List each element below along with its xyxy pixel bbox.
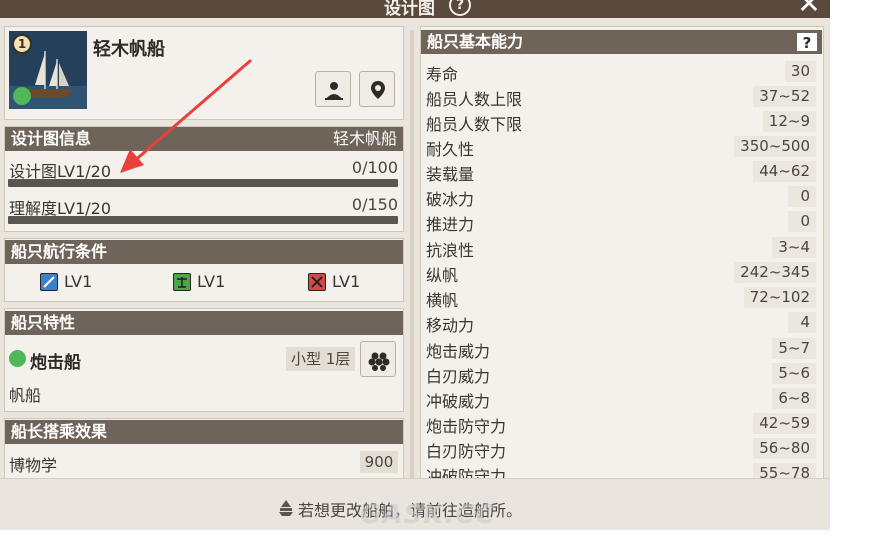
stat-label: 移动力 bbox=[426, 316, 475, 335]
stat-value: 4 bbox=[788, 312, 816, 333]
stat-value: 12~9 bbox=[762, 111, 816, 132]
stat-row: 船员人数上限 37~52 bbox=[426, 84, 816, 109]
stat-label: 船员人数上限 bbox=[426, 90, 523, 109]
stat-label: 冲破防守力 bbox=[426, 467, 507, 478]
stat-row: 炮击威力 5~7 bbox=[426, 336, 816, 361]
stat-value: 3~4 bbox=[772, 237, 816, 258]
stat-value: 5~7 bbox=[772, 338, 816, 359]
stat-row: 炮击防守力 42~59 bbox=[426, 411, 816, 436]
stat-value: 30 bbox=[784, 61, 816, 82]
stat-label: 横帆 bbox=[426, 291, 459, 310]
stat-label: 推进力 bbox=[426, 215, 475, 234]
blueprint-window: 设计图 ? ✕ 1 轻木帆船 设计图信息 轻木帆船 设计图LV1/20 0/10… bbox=[0, 0, 830, 530]
stat-label: 纵帆 bbox=[426, 266, 459, 285]
stat-row: 白刃威力 5~6 bbox=[426, 361, 816, 386]
stat-row: 破冰力 0 bbox=[426, 184, 816, 209]
watermark: GASK.CC bbox=[360, 500, 496, 530]
stat-row: 推进力 0 bbox=[426, 209, 816, 234]
stat-row: 耐久性 350~500 bbox=[426, 134, 816, 159]
stat-row: 抗浪性 3~4 bbox=[426, 235, 816, 260]
shipyard-icon bbox=[278, 499, 294, 521]
page-margin-right bbox=[830, 0, 872, 542]
stats-scrollbar[interactable] bbox=[410, 30, 414, 478]
stat-label: 破冰力 bbox=[426, 190, 475, 209]
stat-label: 耐久性 bbox=[426, 140, 475, 159]
stat-value: 0 bbox=[788, 211, 816, 232]
stat-row: 装载量 44~62 bbox=[426, 159, 816, 184]
stat-row: 纵帆 242~345 bbox=[426, 260, 816, 285]
stat-value: 5~6 bbox=[772, 363, 816, 384]
stat-row: 寿命 30 bbox=[426, 59, 816, 84]
stat-value: 44~62 bbox=[753, 161, 816, 182]
stat-label: 冲破威力 bbox=[426, 392, 491, 411]
stat-label: 寿命 bbox=[426, 65, 459, 84]
stat-row: 白刃防守力 56~80 bbox=[426, 436, 816, 461]
stat-label: 炮击威力 bbox=[426, 342, 491, 361]
stat-value: 56~80 bbox=[753, 438, 816, 459]
stat-label: 白刃防守力 bbox=[426, 442, 507, 461]
stat-value: 6~8 bbox=[772, 388, 816, 409]
stat-row: 移动力 4 bbox=[426, 310, 816, 335]
stat-value: 242~345 bbox=[734, 262, 816, 283]
stat-label: 船员人数下限 bbox=[426, 115, 523, 134]
stat-label: 炮击防守力 bbox=[426, 417, 507, 436]
stats-list: 寿命 30 船员人数上限 37~52 船员人数下限 12~9 耐久性 350~500 装… bbox=[0, 0, 830, 478]
stat-value: 0 bbox=[788, 186, 816, 207]
stat-value: 42~59 bbox=[753, 413, 816, 434]
stat-value: 350~500 bbox=[734, 136, 816, 157]
stat-value: 37~52 bbox=[753, 86, 816, 107]
stat-row: 横帆 72~102 bbox=[426, 285, 816, 310]
stat-label: 白刃威力 bbox=[426, 367, 491, 386]
stat-row: 船员人数下限 12~9 bbox=[426, 109, 816, 134]
page-margin-bottom bbox=[0, 530, 830, 542]
stat-value: 72~102 bbox=[743, 287, 816, 308]
stat-row: 冲破防守力 55~78 bbox=[426, 461, 816, 478]
stat-label: 装载量 bbox=[426, 165, 475, 184]
stat-value: 55~78 bbox=[753, 463, 816, 478]
stat-label: 抗浪性 bbox=[426, 241, 475, 260]
stat-row: 冲破威力 6~8 bbox=[426, 386, 816, 411]
